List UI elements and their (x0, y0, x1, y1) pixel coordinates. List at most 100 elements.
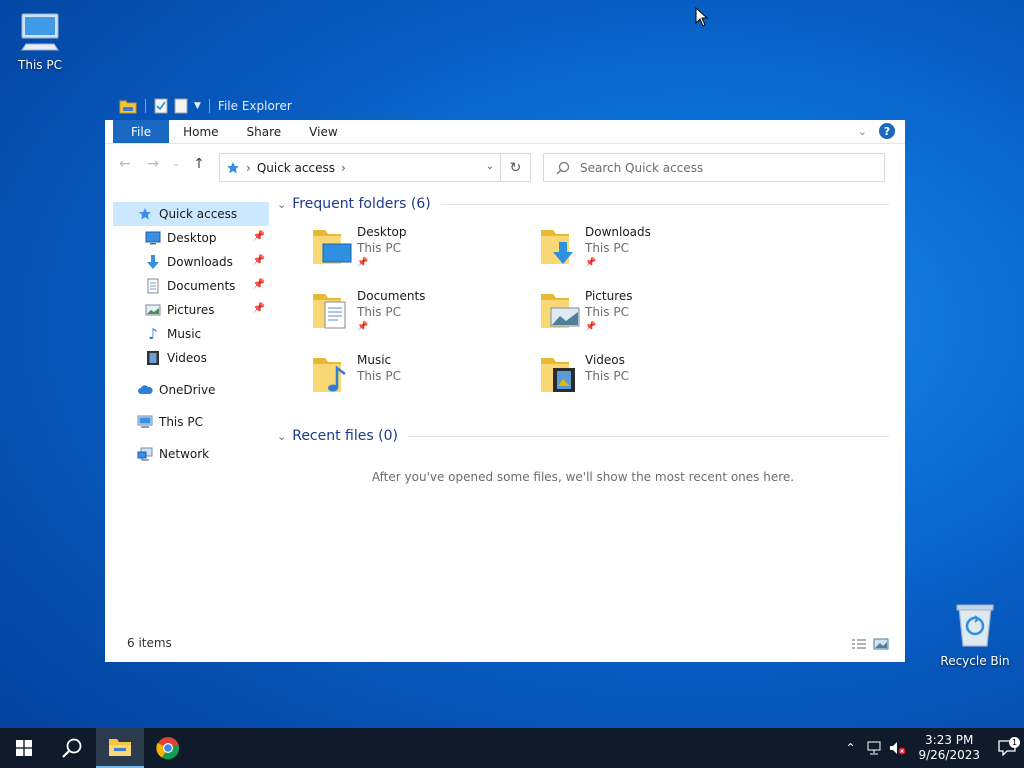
ribbon-tabs: File Home Share View ⌄ ? (105, 120, 905, 144)
sidebar-item-downloads[interactable]: Downloads 📌 (113, 250, 269, 274)
folder-tile-pictures[interactable]: Pictures This PC 📌 (539, 288, 767, 340)
sidebar-item-documents[interactable]: Documents 📌 (113, 274, 269, 298)
large-icons-view-icon[interactable] (873, 638, 889, 650)
sidebar-item-desktop[interactable]: Desktop 📌 (113, 226, 269, 250)
collapse-chevron-icon[interactable]: ⌄ (277, 430, 286, 443)
frequent-folders-header[interactable]: ⌄ Frequent folders (6) (277, 192, 889, 216)
sidebar-item-pictures[interactable]: Pictures 📌 (113, 298, 269, 322)
section-divider (440, 203, 889, 205)
sidebar-item-music[interactable]: ♪ Music (113, 322, 269, 346)
chrome-icon (156, 737, 180, 760)
tab-home[interactable]: Home (169, 120, 232, 143)
window-titlebar: ▼ File Explorer (105, 92, 905, 120)
tab-share[interactable]: Share (233, 120, 296, 143)
properties-icon[interactable] (154, 98, 168, 114)
sidebar-item-label: Network (159, 447, 210, 461)
mouse-cursor-icon (695, 7, 709, 27)
pictures-icon (145, 302, 161, 318)
desktop-icon-this-pc[interactable]: This PC (0, 10, 80, 72)
downloads-icon (145, 254, 161, 270)
taskbar-chrome[interactable] (144, 728, 192, 768)
pin-icon: 📌 (357, 322, 369, 332)
address-bar[interactable]: › Quick access › ⌄ (219, 153, 501, 182)
recent-files-header[interactable]: ⌄ Recent files (0) (277, 424, 889, 448)
back-button[interactable]: ← (115, 156, 135, 172)
tab-file[interactable]: File (113, 120, 170, 143)
this-pc-icon (137, 414, 153, 430)
action-center-button[interactable]: 1 (990, 737, 1024, 756)
breadcrumb-separator-icon[interactable]: › (246, 161, 251, 175)
toolbar-separator (145, 99, 146, 113)
search-button[interactable] (48, 728, 96, 768)
start-button[interactable] (0, 728, 48, 768)
taskbar: ⌃ 3:23 PM 9/26/2023 1 (0, 728, 1024, 768)
pin-icon[interactable]: 📌 (253, 303, 265, 314)
sidebar-item-this-pc[interactable]: This PC (113, 410, 269, 434)
window-title: File Explorer (217, 99, 292, 113)
onedrive-cloud-icon (137, 382, 153, 398)
folder-tile-downloads[interactable]: Downloads This PC 📌 (539, 224, 767, 276)
help-button[interactable]: ? (879, 123, 895, 139)
sidebar-item-label: Documents (167, 279, 236, 293)
customize-toolbar-icon[interactable]: ▼ (194, 101, 201, 111)
up-button[interactable]: ↑ (189, 156, 209, 172)
quick-access-star-icon (227, 161, 239, 173)
new-folder-icon[interactable] (174, 98, 188, 114)
sidebar-item-quick-access[interactable]: Quick access (113, 202, 269, 226)
volume-muted-icon[interactable] (886, 741, 910, 755)
network-status-icon[interactable] (862, 741, 886, 755)
address-history-dropdown-icon[interactable]: ⌄ (486, 161, 494, 172)
section-divider (407, 435, 889, 437)
folder-tile-music[interactable]: Music This PC (311, 352, 539, 404)
network-icon (137, 446, 153, 462)
desktop-icon-label: This PC (18, 58, 62, 72)
sidebar-item-label: This PC (159, 415, 203, 429)
tab-view[interactable]: View (295, 120, 351, 143)
sidebar-item-videos[interactable]: Videos (113, 346, 269, 370)
videos-icon (145, 350, 161, 366)
quick-access-star-icon (137, 206, 153, 222)
desktop-icon-recycle-bin[interactable]: Recycle Bin (935, 602, 1015, 668)
details-view-icon[interactable] (851, 638, 867, 650)
search-icon (62, 738, 82, 758)
show-hidden-icons-chevron-icon[interactable]: ⌃ (838, 741, 862, 755)
pin-icon[interactable]: 📌 (253, 255, 265, 266)
taskbar-clock[interactable]: 3:23 PM 9/26/2023 (910, 733, 990, 763)
pin-icon[interactable]: 📌 (253, 231, 265, 242)
section-title: Frequent folders (6) (292, 196, 431, 212)
folder-music-icon (313, 358, 346, 392)
folder-icon[interactable] (119, 98, 137, 114)
taskbar-file-explorer[interactable] (96, 728, 144, 768)
folder-documents-icon (313, 294, 346, 329)
folder-tile-desktop[interactable]: Desktop This PC 📌 (311, 224, 539, 276)
sidebar-item-network[interactable]: Network (113, 442, 269, 466)
pin-icon[interactable]: 📌 (253, 279, 265, 290)
search-box[interactable] (543, 153, 885, 182)
sidebar-item-label: Desktop (167, 231, 217, 245)
notification-count-badge: 1 (1009, 737, 1020, 748)
folder-tile-documents[interactable]: Documents This PC 📌 (311, 288, 539, 340)
recent-files-empty-message: After you've opened some files, we'll sh… (371, 470, 795, 484)
search-input[interactable] (580, 160, 860, 175)
breadcrumb-quick-access[interactable]: Quick access (257, 161, 335, 175)
content-pane: ⌄ Frequent folders (6) Desktop This PC 📌 (277, 192, 889, 484)
refresh-button[interactable]: ↻ (501, 153, 531, 182)
folder-pictures-icon (541, 294, 580, 328)
folder-videos-icon (541, 358, 575, 392)
frequent-folders-grid: Desktop This PC 📌 Downloads This PC 📌 Do… (311, 224, 889, 404)
folder-name: Videos (585, 353, 625, 367)
breadcrumb-separator-icon[interactable]: › (341, 161, 346, 175)
view-toggle (851, 638, 889, 650)
folder-desktop-icon (313, 230, 352, 264)
search-icon (556, 161, 570, 175)
collapse-chevron-icon[interactable]: ⌄ (277, 198, 286, 211)
expand-ribbon-icon[interactable]: ⌄ (858, 125, 867, 138)
sidebar-item-label: Quick access (159, 207, 238, 221)
folder-tile-videos[interactable]: Videos This PC (539, 352, 767, 404)
folder-name: Documents (357, 289, 426, 303)
recent-locations-button[interactable]: ⌄ (171, 159, 181, 169)
sidebar-item-onedrive[interactable]: OneDrive (113, 378, 269, 402)
sidebar-item-label: Pictures (167, 303, 215, 317)
this-pc-icon (21, 13, 59, 51)
forward-button[interactable]: → (143, 156, 163, 172)
